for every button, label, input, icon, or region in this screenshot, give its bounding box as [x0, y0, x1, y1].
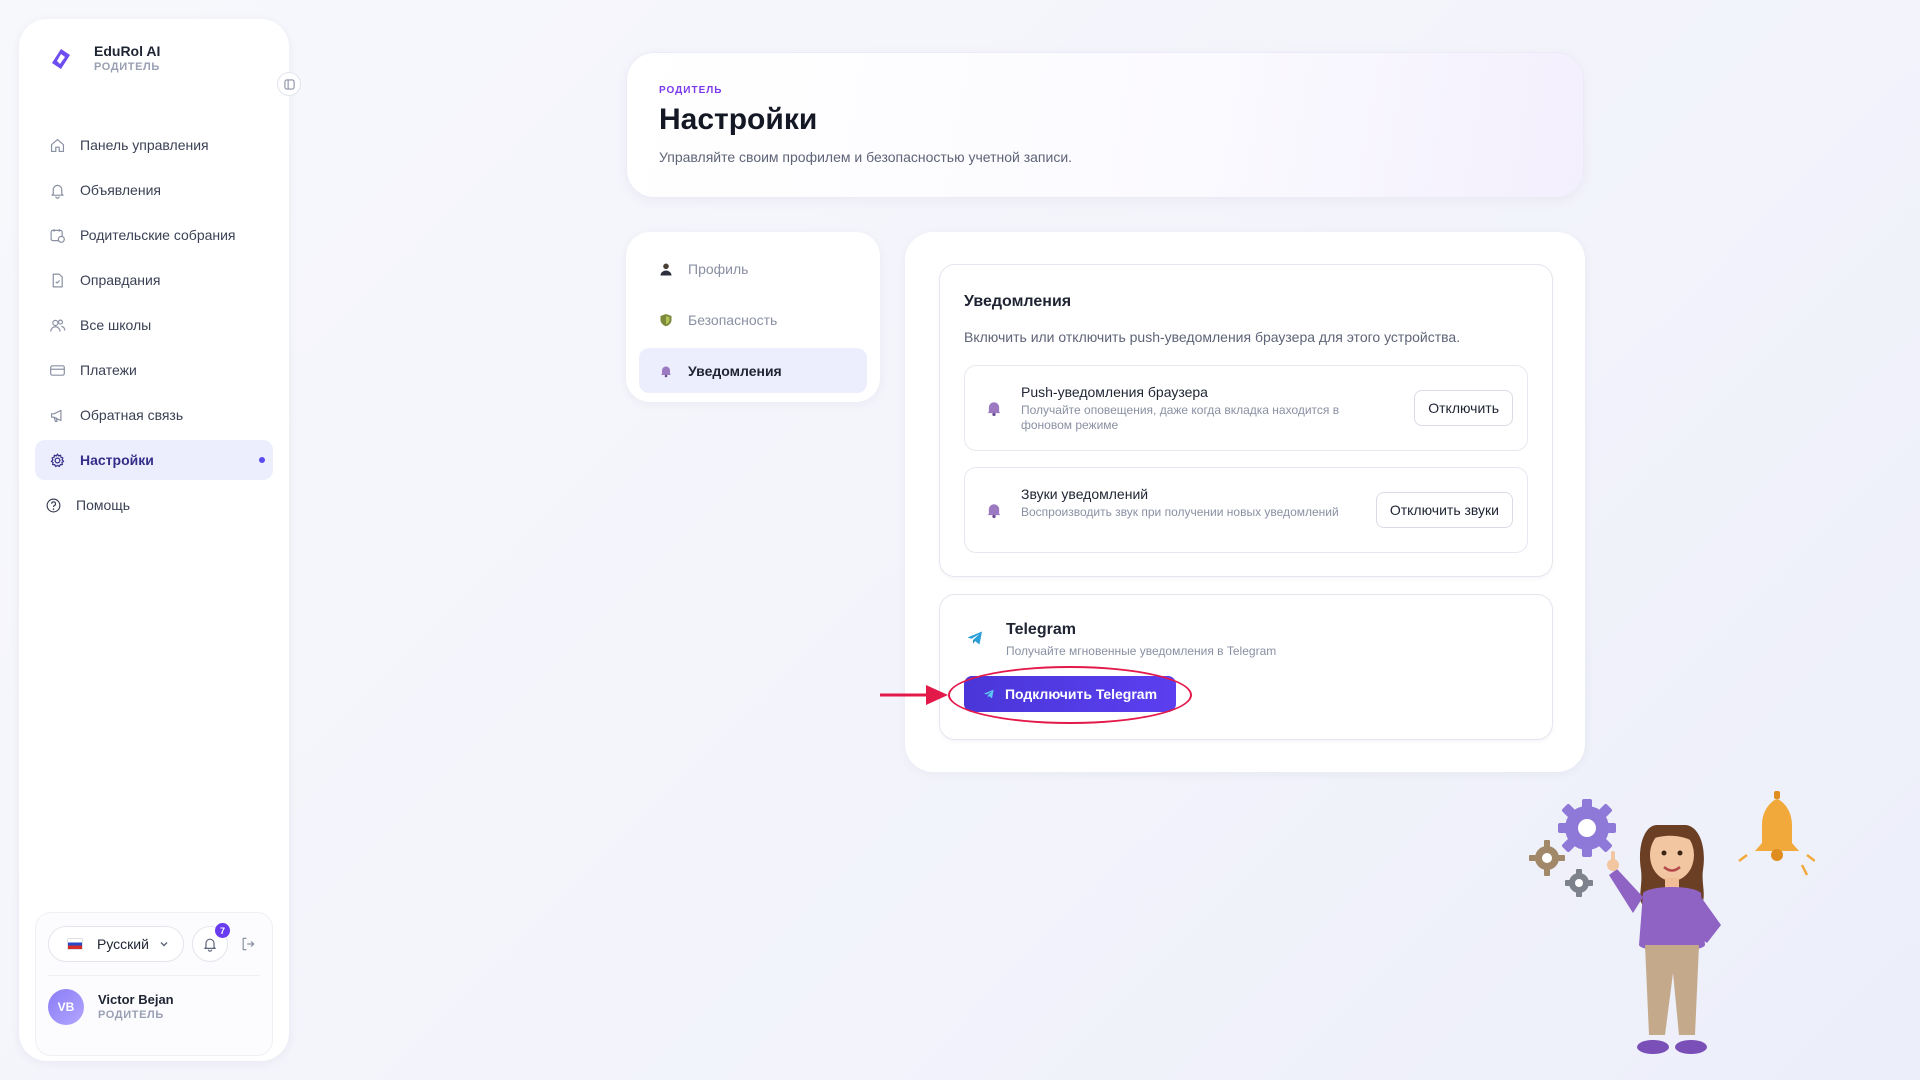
brand-role: РОДИТЕЛЬ — [94, 61, 160, 73]
notification-count-badge: 7 — [215, 923, 230, 938]
brand-name: EduRol AI — [94, 43, 161, 59]
sidebar-item-feedback[interactable]: Обратная связь — [35, 395, 273, 435]
sidebar-item-settings[interactable]: Настройки — [35, 440, 273, 480]
tab-label: Безопасность — [688, 311, 778, 328]
highlight-ellipse — [948, 666, 1192, 724]
row-title: Звуки уведомлений — [1021, 486, 1149, 502]
user-profile[interactable]: VB Victor Bejan РОДИТЕЛЬ — [48, 989, 174, 1025]
footer-divider — [48, 975, 260, 976]
gear-icon — [50, 453, 65, 467]
tab-security[interactable]: Безопасность — [639, 297, 867, 342]
woman-character — [1607, 825, 1721, 1054]
row-title: Push-уведомления браузера — [1021, 384, 1208, 400]
pointer-arrow-icon — [880, 685, 948, 705]
gear-icon — [1529, 840, 1565, 876]
language-select[interactable]: Русский — [48, 926, 184, 962]
notification-sounds-row: Звуки уведомлений Воспроизводить звук пр… — [964, 467, 1528, 553]
tab-label: Уведомления — [688, 362, 782, 379]
tab-label: Профиль — [688, 260, 749, 277]
sidebar-item-label: Панель управления — [80, 137, 209, 153]
document-icon — [52, 273, 63, 287]
sidebar-item-excuses[interactable]: Оправдания — [35, 260, 273, 300]
brand-logo-icon — [47, 45, 75, 73]
avatar: VB — [48, 989, 84, 1025]
section-description: Включить или отключить push-уведомления … — [964, 329, 1461, 345]
page-header: РОДИТЕЛЬ Настройки Управляйте своим проф… — [626, 52, 1584, 198]
bell-icon — [204, 938, 216, 952]
home-icon — [50, 138, 65, 152]
bell-emoji-icon — [658, 363, 674, 379]
russian-flag-icon — [67, 938, 83, 950]
tab-notifications[interactable]: Уведомления — [639, 348, 867, 393]
gear-icon — [1565, 869, 1593, 897]
sidebar-item-parent-meetings[interactable]: Родительские собрания — [35, 215, 273, 255]
golden-bell-icon — [1738, 791, 1815, 876]
bell-emoji-icon — [987, 504, 1001, 519]
telegram-subtitle: Получайте мгновенные уведомления в Teleg… — [1006, 644, 1277, 658]
row-subtitle: Получайте оповещения, даже когда вкладка… — [1021, 403, 1340, 432]
page-subtitle: Управляйте своим профилем и безопасность… — [659, 149, 1073, 165]
calendar-clock-icon — [50, 228, 65, 243]
sidebar-item-dashboard[interactable]: Панель управления — [35, 125, 273, 165]
sidebar-collapse-button[interactable] — [277, 72, 301, 96]
sidebar-item-payments[interactable]: Платежи — [35, 350, 273, 390]
shield-emoji-icon — [658, 312, 674, 328]
chevron-down-icon — [160, 942, 168, 947]
header-kicker: РОДИТЕЛЬ — [659, 85, 723, 96]
disable-push-button[interactable]: Отключить — [1414, 390, 1513, 426]
push-notifications-row: Push-уведомления браузера Получайте опов… — [964, 365, 1528, 451]
sidebar-item-label: Обратная связь — [80, 407, 184, 423]
megaphone-icon — [50, 409, 62, 422]
sidebar-item-label: Оправдания — [80, 272, 161, 288]
gear-icon — [1558, 799, 1616, 857]
active-indicator-dot — [259, 457, 265, 463]
sidebar-item-help[interactable]: Помощь — [35, 485, 273, 525]
page-title: Настройки — [659, 103, 818, 136]
sidebar-item-label: Помощь — [76, 497, 131, 513]
sidebar-item-label: Все школы — [80, 317, 152, 333]
section-title: Уведомления — [964, 293, 1072, 310]
sidebar-item-announcements[interactable]: Объявления — [35, 170, 273, 210]
users-icon — [50, 319, 66, 332]
sidebar: EduRol AI РОДИТЕЛЬ Панель управления Объ… — [19, 19, 301, 1061]
disable-sounds-button[interactable]: Отключить звуки — [1375, 492, 1513, 528]
telegram-icon — [967, 631, 982, 645]
sidebar-item-all-schools[interactable]: Все школы — [35, 305, 273, 345]
sidebar-item-label: Родительские собрания — [80, 227, 236, 243]
sidebar-nav: Панель управления Объявления Родительски… — [35, 125, 273, 530]
bell-icon — [51, 184, 64, 199]
settings-illustration — [1529, 791, 1815, 1054]
tab-profile[interactable]: Профиль — [639, 246, 867, 291]
notifications-section: Уведомления Включить или отключить push-… — [939, 264, 1553, 577]
user-role: РОДИТЕЛЬ — [98, 1009, 164, 1021]
logout-icon[interactable] — [240, 936, 256, 952]
sidebar-item-label: Объявления — [80, 182, 161, 198]
brand[interactable]: EduRol AI РОДИТЕЛЬ — [47, 43, 160, 75]
help-circle-icon — [46, 498, 61, 512]
credit-card-icon — [50, 364, 65, 376]
bell-emoji-icon — [987, 402, 1001, 417]
user-name: Victor Bejan — [98, 992, 174, 1007]
telegram-title: Telegram — [1006, 621, 1076, 638]
notifications-button[interactable]: 7 — [192, 923, 230, 962]
panel-collapse-icon — [283, 78, 295, 90]
sidebar-item-label: Настройки — [80, 452, 154, 468]
sidebar-item-label: Платежи — [80, 362, 137, 378]
row-subtitle: Воспроизводить звук при получении новых … — [1021, 505, 1339, 519]
settings-tabs: Профиль Безопасность Уведомления — [626, 232, 880, 402]
sidebar-footer: Русский 7 VB Victor Bejan РОДИТЕЛЬ — [35, 912, 273, 1056]
language-label: Русский — [97, 936, 149, 952]
person-emoji-icon — [658, 261, 674, 277]
